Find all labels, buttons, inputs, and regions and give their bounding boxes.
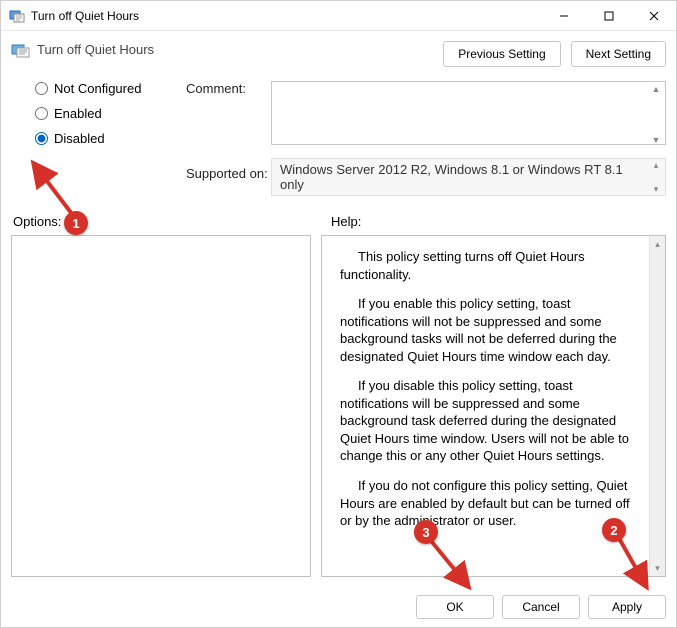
radio-disabled-label: Disabled — [54, 131, 105, 146]
footer: OK Cancel Apply — [1, 587, 676, 627]
supported-on-label: Supported on: — [186, 158, 271, 196]
radio-not-configured[interactable]: Not Configured — [35, 81, 186, 96]
comment-label: Comment: — [186, 81, 271, 148]
policy-title: Turn off Quiet Hours — [37, 41, 154, 59]
options-panel — [11, 235, 311, 577]
comment-scroll-down-icon[interactable]: ▼ — [650, 136, 662, 144]
radio-not-configured-input[interactable] — [35, 82, 48, 95]
radio-enabled[interactable]: Enabled — [35, 106, 186, 121]
help-text-2: If you enable this policy setting, toast… — [340, 295, 637, 365]
config-row: Not Configured Enabled Disabled Comment: — [11, 81, 666, 196]
help-text-1: This policy setting turns off Quiet Hour… — [340, 248, 637, 283]
dialog-window: Turn off Quiet Hours Turn off Quiet Hour… — [0, 0, 677, 628]
help-text-4: If you do not configure this policy sett… — [340, 477, 637, 530]
annotation-step-2: 2 — [602, 518, 626, 542]
radio-enabled-label: Enabled — [54, 106, 102, 121]
radio-disabled-input[interactable] — [35, 132, 48, 145]
supported-scroll-up-icon[interactable]: ▴ — [650, 161, 662, 169]
help-scrollbar[interactable]: ▴ ▾ — [649, 236, 665, 576]
titlebar: Turn off Quiet Hours — [1, 1, 676, 31]
close-button[interactable] — [631, 1, 676, 30]
content-area: Turn off Quiet Hours Previous Setting Ne… — [1, 31, 676, 587]
minimize-button[interactable] — [541, 1, 586, 30]
ok-button[interactable]: OK — [416, 595, 494, 619]
radio-enabled-input[interactable] — [35, 107, 48, 120]
panel-labels: Options: Help: — [11, 214, 666, 229]
window-controls — [541, 1, 676, 30]
options-label: Options: — [11, 214, 321, 229]
app-icon — [9, 8, 25, 24]
panels-row: This policy setting turns off Quiet Hour… — [11, 235, 666, 577]
radio-group: Not Configured Enabled Disabled — [11, 81, 186, 196]
scroll-up-icon[interactable]: ▴ — [650, 236, 665, 252]
supported-on-value: Windows Server 2012 R2, Windows 8.1 or W… — [280, 162, 647, 192]
supported-on-field: Windows Server 2012 R2, Windows 8.1 or W… — [271, 158, 666, 196]
help-label: Help: — [321, 214, 361, 229]
cancel-button[interactable]: Cancel — [502, 595, 580, 619]
annotation-step-1: 1 — [64, 211, 88, 235]
window-title: Turn off Quiet Hours — [31, 9, 139, 23]
comment-scroll-up-icon[interactable]: ▲ — [650, 85, 662, 93]
header-row: Turn off Quiet Hours Previous Setting Ne… — [11, 41, 666, 67]
policy-icon — [11, 41, 31, 59]
radio-not-configured-label: Not Configured — [54, 81, 141, 96]
scroll-down-icon[interactable]: ▾ — [650, 560, 665, 576]
annotation-step-3: 3 — [414, 520, 438, 544]
apply-button[interactable]: Apply — [588, 595, 666, 619]
help-text-3: If you disable this policy setting, toas… — [340, 377, 637, 465]
next-setting-button[interactable]: Next Setting — [571, 41, 666, 67]
previous-setting-button[interactable]: Previous Setting — [443, 41, 560, 67]
comment-input[interactable] — [271, 81, 666, 145]
supported-scroll-down-icon[interactable]: ▾ — [650, 185, 662, 193]
maximize-button[interactable] — [586, 1, 631, 30]
radio-disabled[interactable]: Disabled — [35, 131, 186, 146]
